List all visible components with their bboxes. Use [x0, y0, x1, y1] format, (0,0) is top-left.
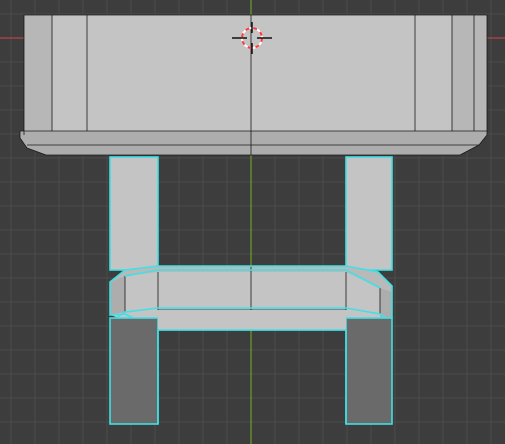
bottom-bar-mesh[interactable] — [157, 310, 347, 424]
bottom-bar-side-outline — [157, 330, 347, 424]
left-leg-upper-mesh[interactable] — [109, 156, 159, 271]
left-leg-lower-face — [110, 318, 158, 424]
seat-block-mesh[interactable] — [19, 14, 488, 156]
viewport-canvas[interactable] — [0, 0, 505, 444]
left-leg-upper-face — [110, 157, 158, 270]
crossbar-bevel-side-left — [110, 276, 125, 315]
right-leg-lower-mesh[interactable] — [345, 317, 393, 425]
seat-block-left-bevel — [24, 15, 52, 135]
bottom-bar-face — [158, 310, 346, 330]
seat-block-right-bevel — [452, 15, 487, 135]
right-leg-upper-mesh[interactable] — [345, 156, 393, 271]
left-leg-lower-mesh[interactable] — [109, 317, 159, 425]
right-leg-lower-face — [346, 318, 392, 424]
right-leg-upper-face — [346, 157, 392, 270]
seat-block-bevel-bottom — [20, 131, 487, 155]
3d-viewport[interactable] — [0, 0, 505, 444]
